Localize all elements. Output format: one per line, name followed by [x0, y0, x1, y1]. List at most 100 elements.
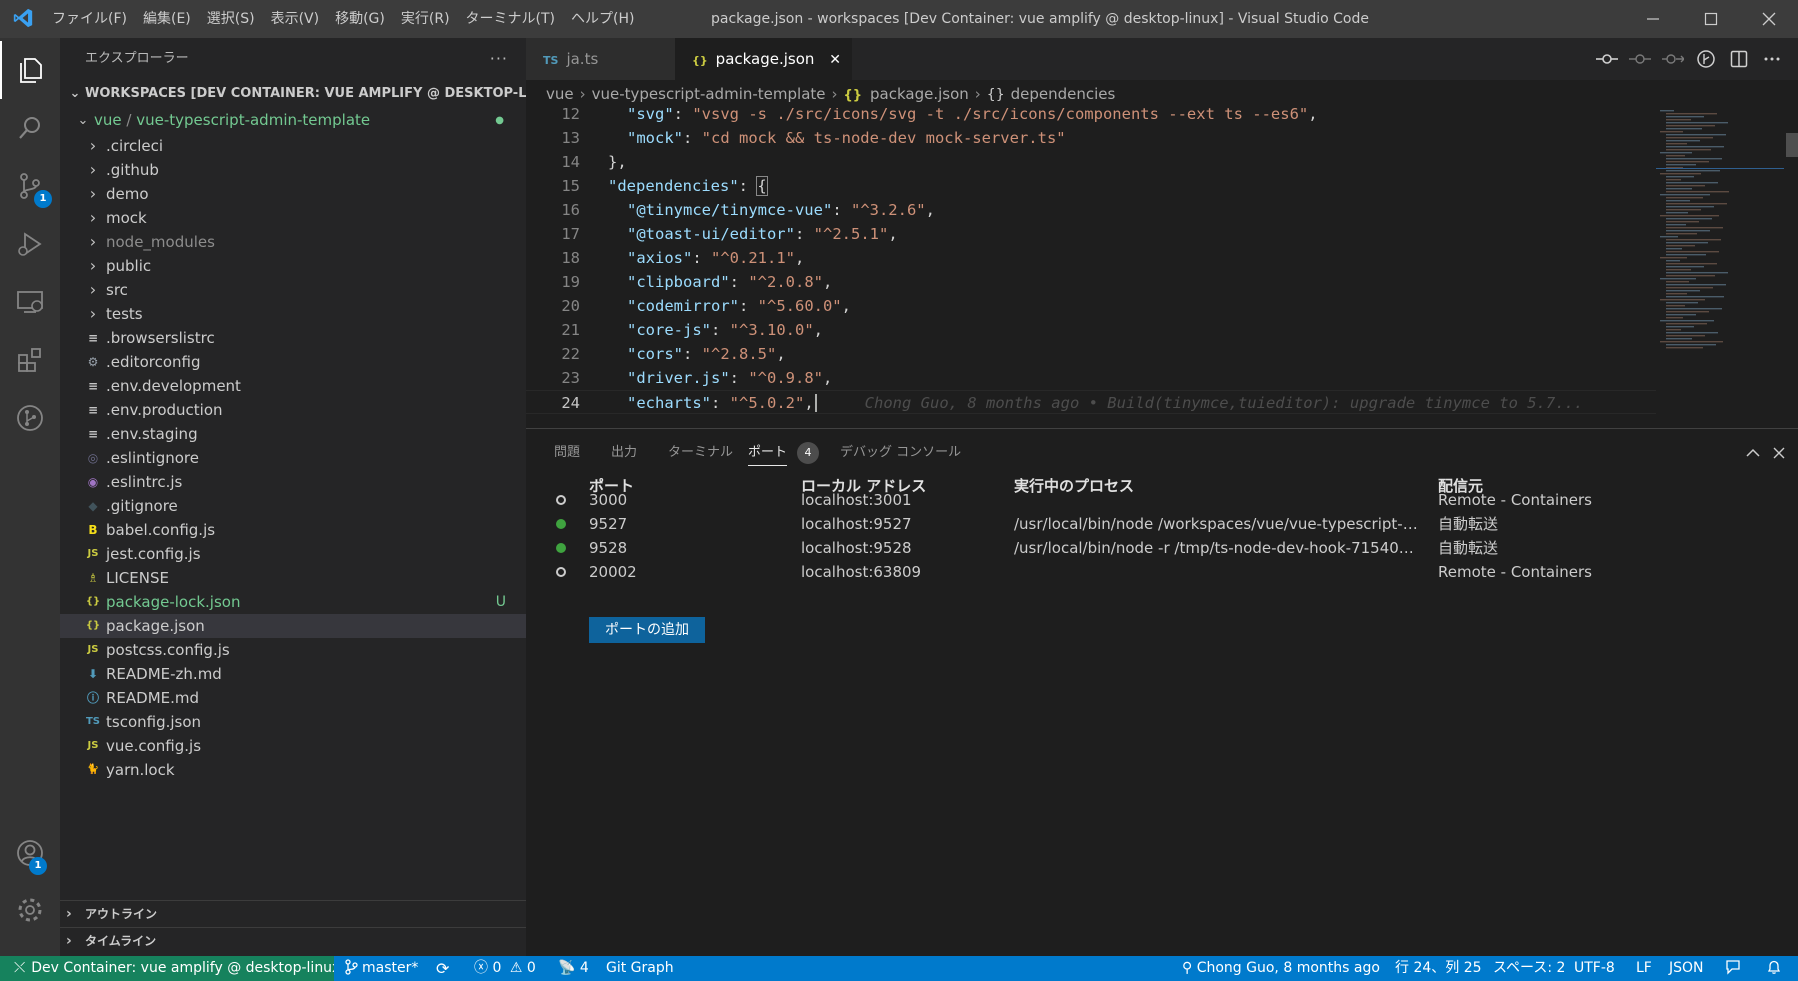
port-row[interactable]: 9527 localhost:9527/usr/local/bin/node /w… — [526, 512, 1798, 536]
tree-item[interactable]: 🐈 yarn.lock — [60, 758, 526, 782]
breadcrumb-item[interactable]: vue-typescript-admin-template — [592, 85, 826, 103]
chevron-right-icon: › — [89, 208, 97, 227]
tree-item[interactable]: ≡ .env.production — [60, 398, 526, 422]
tab-ports[interactable]: ポート 4 — [748, 441, 820, 471]
split-editor-button[interactable] — [1722, 38, 1755, 80]
tree-item[interactable]: › .circleci — [60, 134, 526, 158]
tree-item[interactable]: › .github — [60, 158, 526, 182]
extensions-activity[interactable] — [0, 331, 60, 389]
tree-item[interactable]: › src — [60, 278, 526, 302]
tree-item[interactable]: ⓘ README.md — [60, 686, 526, 710]
menu-item[interactable]: 選択(S) — [199, 0, 263, 38]
end-of-line[interactable]: LF — [1636, 956, 1652, 981]
more-actions-icon[interactable]: ··· — [490, 38, 508, 80]
menu-item[interactable]: ターミナル(T) — [458, 0, 563, 38]
tree-item[interactable]: ⚙ .editorconfig — [60, 350, 526, 374]
tab-terminal[interactable]: ターミナル — [668, 441, 733, 471]
tree-item[interactable]: ≡ .browserslistrc — [60, 326, 526, 350]
maximize-button[interactable] — [1682, 0, 1740, 38]
more-editor-actions-button[interactable] — [1755, 38, 1788, 80]
run-debug-activity[interactable] — [0, 215, 60, 273]
menu-item[interactable]: 表示(V) — [263, 0, 328, 38]
port-cell-port: 20002 — [589, 563, 637, 581]
git-graph-icon — [1696, 50, 1715, 68]
tree-item[interactable]: › tests — [60, 302, 526, 326]
close-tab-icon[interactable]: ✕ — [829, 52, 841, 68]
menu-item[interactable]: 実行(R) — [393, 0, 458, 38]
close-window-button[interactable] — [1740, 0, 1798, 38]
git-graph-button[interactable] — [1689, 38, 1722, 80]
minimap-line — [1666, 317, 1683, 319]
port-row[interactable]: 20002 localhost:63809 Remote - Containers — [526, 560, 1798, 584]
git-blame-status[interactable]: ⚲ Chong Guo, 8 months ago — [1182, 956, 1380, 981]
search-activity[interactable] — [0, 99, 60, 157]
tree-item[interactable]: ≡ .env.development — [60, 374, 526, 398]
tree-item[interactable]: TS tsconfig.json — [60, 710, 526, 734]
add-port-button[interactable]: ポートの追加 — [589, 617, 705, 643]
maximize-panel-button[interactable] — [1741, 441, 1765, 465]
breadcrumb-item[interactable]: vue — [546, 85, 574, 103]
tree-item[interactable]: › public — [60, 254, 526, 278]
timeline-label: タイムライン — [85, 934, 157, 948]
encoding[interactable]: UTF-8 — [1574, 956, 1615, 981]
breadcrumb-item[interactable]: package.json — [870, 85, 969, 103]
outline-section[interactable]: › アウトライン — [60, 900, 526, 927]
timeline-section[interactable]: › タイムライン — [60, 927, 526, 954]
tree-item[interactable]: JS jest.config.js — [60, 542, 526, 566]
port-row[interactable]: 3000 localhost:3001 Remote - Containers — [526, 488, 1798, 512]
tree-item[interactable]: ♗ LICENSE — [60, 566, 526, 590]
port-row[interactable]: 9528 localhost:9528/usr/local/bin/node -r… — [526, 536, 1798, 560]
minimize-button[interactable] — [1624, 0, 1682, 38]
menu-item[interactable]: 移動(G) — [327, 0, 393, 38]
tab-problems[interactable]: 問題 — [554, 441, 580, 471]
tab-ja-ts[interactable]: TS ja.ts — [526, 38, 675, 80]
indentation[interactable]: スペース: 2 — [1493, 956, 1565, 981]
tree-item[interactable]: ⬇ README-zh.md — [60, 662, 526, 686]
git-graph-activity[interactable] — [0, 389, 60, 447]
scrollbar-thumb[interactable] — [1786, 133, 1798, 157]
branch-indicator[interactable]: master* — [344, 956, 418, 981]
tree-item[interactable]: JS postcss.config.js — [60, 638, 526, 662]
tree-item[interactable]: ◎ .eslintignore — [60, 446, 526, 470]
language-mode[interactable]: JSON — [1669, 956, 1704, 981]
previous-change-button[interactable] — [1623, 38, 1656, 80]
tab-output[interactable]: 出力 — [611, 441, 637, 471]
tree-item[interactable]: › mock — [60, 206, 526, 230]
tree-item[interactable]: {} package-lock.json U — [60, 590, 526, 614]
remote-indicator[interactable]: ⤬ Dev Container: vue amplify @ desktop-li… — [0, 956, 334, 981]
tree-item[interactable]: JS vue.config.js — [60, 734, 526, 758]
next-change-button[interactable] — [1656, 38, 1689, 80]
accounts-activity[interactable]: 1 — [0, 824, 60, 882]
cursor-position[interactable]: 行 24、列 25 — [1395, 956, 1482, 981]
breadcrumb-item[interactable]: dependencies — [1011, 85, 1116, 103]
menu-item[interactable]: 編集(E) — [135, 0, 199, 38]
menu-item[interactable]: ヘルプ(H) — [563, 0, 642, 38]
folder-vue-typescript-admin-template[interactable]: ⌄ vue / vue-typescript-admin-template ● — [60, 107, 526, 134]
sync-button[interactable]: ⟳ — [436, 956, 449, 981]
tree-item[interactable]: ≡ .env.staging — [60, 422, 526, 446]
tree-item[interactable]: › node_modules — [60, 230, 526, 254]
feedback-button[interactable] — [1725, 956, 1741, 981]
ports-indicator[interactable]: 📡 4 — [558, 956, 589, 981]
tab-debug-console[interactable]: デバッグ コンソール — [840, 441, 961, 471]
manage-activity[interactable] — [0, 881, 60, 939]
tree-item[interactable]: Bbabel.config.js — [60, 518, 526, 542]
code-editor[interactable]: 12 "svg": "vsvg -s ./src/icons/svg -t ./s… — [526, 108, 1656, 428]
remote-explorer-activity[interactable] — [0, 273, 60, 331]
tree-item[interactable]: ◉ .eslintrc.js — [60, 470, 526, 494]
git-graph-status[interactable]: Git Graph — [606, 956, 674, 981]
tree-item[interactable]: {} package.json — [60, 614, 526, 638]
tab-package-json[interactable]: {} package.json ✕ — [675, 38, 852, 80]
vertical-scrollbar[interactable] — [1784, 108, 1798, 428]
tree-item[interactable]: › demo — [60, 182, 526, 206]
problems-indicator[interactable]: ⓧ 0 ⚠ 0 — [474, 956, 536, 981]
close-panel-button[interactable] — [1767, 441, 1791, 465]
source-control-activity[interactable]: 1 — [0, 157, 60, 215]
minimap[interactable] — [1656, 108, 1784, 428]
tree-item[interactable]: ◆ .gitignore — [60, 494, 526, 518]
open-changes-button[interactable] — [1590, 38, 1623, 80]
notifications-button[interactable] — [1766, 956, 1782, 981]
workspace-root[interactable]: ⌄ WORKSPACES [DEV CONTAINER: VUE AMPLIFY… — [60, 80, 569, 107]
explorer-activity[interactable] — [0, 41, 60, 99]
menu-item[interactable]: ファイル(F) — [44, 0, 135, 38]
